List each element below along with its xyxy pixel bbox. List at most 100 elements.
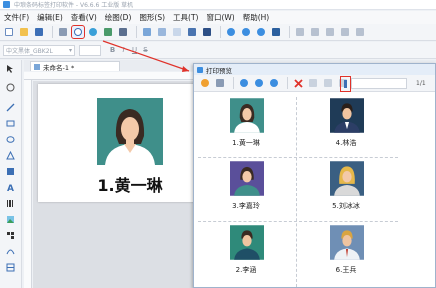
print-icon[interactable] [57, 26, 69, 38]
preview-card: 6.王兵 [306, 225, 386, 281]
preview-toolbar: 1/1 [194, 75, 435, 92]
menu-draw[interactable]: 绘图(D) [105, 12, 132, 23]
zoom-fit-icon[interactable] [255, 26, 267, 38]
fill-tool-icon[interactable] [5, 166, 16, 177]
print-preview-window: 打印预览 1/1 1.黄一琳 4.林浩 3.李嘉玲 5.刘冰冰 2.李涵 6.王… [193, 63, 436, 288]
preview-page: 1.黄一琳 4.林浩 3.李嘉玲 5.刘冰冰 2.李涵 6.王兵 [194, 93, 435, 287]
person-photo [230, 98, 264, 133]
polygon-tool-icon[interactable] [5, 150, 16, 161]
qrcode-icon[interactable] [201, 26, 213, 38]
print-preview-icon[interactable] [71, 25, 85, 39]
menu-edit[interactable]: 编辑(E) [37, 12, 63, 23]
italic-button[interactable]: I [118, 46, 129, 54]
page-cursor-icon[interactable] [340, 76, 351, 92]
prev-page-icon[interactable] [322, 77, 334, 89]
curve-tool-icon[interactable] [5, 246, 16, 257]
label-photo[interactable] [97, 98, 163, 165]
window-title: 中琅条码标签打印软件 - V6.6.6 工业版 草机 [14, 2, 134, 9]
text-tool-icon[interactable]: A [5, 182, 16, 193]
table-tool-icon[interactable] [5, 262, 16, 273]
preview-zoom-fit-icon[interactable] [268, 77, 280, 89]
preview-zoom-out-icon[interactable] [253, 77, 265, 89]
label-name-text[interactable]: 1.黄一琳 [70, 172, 190, 196]
pan-icon[interactable] [5, 82, 16, 93]
menu-shape[interactable]: 图形(S) [139, 12, 165, 23]
preview-app-icon [197, 66, 203, 73]
save-icon[interactable] [33, 26, 45, 38]
tool-palette: A [0, 60, 22, 288]
group-icon[interactable] [339, 26, 351, 38]
menu-view[interactable]: 查看(V) [71, 12, 97, 23]
layer-icon[interactable] [354, 26, 366, 38]
settings-icon[interactable] [102, 26, 114, 38]
grid-icon[interactable] [117, 26, 129, 38]
barcode-tool-icon[interactable] [5, 198, 16, 209]
document-icon [34, 63, 40, 70]
preview-print-icon[interactable] [214, 77, 226, 89]
rectangle-tool-icon[interactable] [5, 118, 16, 129]
barcode-icon[interactable] [186, 26, 198, 38]
card-name: 2.李涵 [235, 266, 257, 274]
grid-divider [198, 157, 398, 158]
first-page-icon[interactable] [307, 77, 319, 89]
svg-text:A: A [7, 184, 14, 192]
main-toolbar [0, 24, 436, 41]
grid-divider [296, 97, 297, 287]
chevron-down-icon: ▾ [68, 46, 72, 54]
preview-title: 打印预览 [206, 66, 232, 75]
qrcode-tool-icon[interactable] [5, 230, 16, 241]
menu-help[interactable]: 帮助(H) [243, 12, 270, 23]
person-photo [230, 225, 264, 260]
menu-tools[interactable]: 工具(T) [173, 12, 198, 23]
pointer-icon[interactable] [5, 63, 16, 74]
person-photo [330, 225, 364, 260]
underline-button[interactable]: U [129, 46, 140, 54]
font-family-value: 中文黑体_GBK2L [6, 47, 53, 55]
preview-settings-icon[interactable] [199, 77, 211, 89]
menu-bar: 文件(F) 编辑(E) 查看(V) 绘图(D) 图形(S) 工具(T) 窗口(W… [0, 11, 436, 24]
toolbar-divider [287, 77, 288, 89]
text-icon[interactable] [156, 26, 168, 38]
preview-title-bar: 打印预览 [194, 64, 435, 75]
preview-card: 5.刘冰冰 [306, 161, 386, 217]
menu-window[interactable]: 窗口(W) [206, 12, 234, 23]
image-tool-icon[interactable] [5, 214, 16, 225]
title-bar: 中琅条码标签打印软件 - V6.6.6 工业版 草机 [0, 0, 436, 10]
distribute-icon[interactable] [309, 26, 321, 38]
preview-card: 4.林浩 [306, 98, 386, 154]
bold-button[interactable]: B [107, 46, 118, 54]
toolbar-divider [233, 77, 234, 89]
align-icon[interactable] [294, 26, 306, 38]
card-name: 6.王兵 [335, 266, 357, 274]
preview-close-icon[interactable] [292, 77, 304, 89]
doc-icon[interactable] [141, 26, 153, 38]
font-size-select[interactable] [79, 44, 101, 56]
app-logo-icon [3, 1, 10, 8]
person-photo [330, 161, 364, 196]
page-number-input[interactable] [351, 78, 407, 89]
font-family-select[interactable]: 中文黑体_GBK2L ▾ [3, 44, 75, 56]
grid-divider [198, 221, 398, 222]
zoom-out-icon[interactable] [240, 26, 252, 38]
open-icon[interactable] [18, 26, 30, 38]
card-name: 3.李嘉玲 [232, 202, 260, 210]
format-toolbar: 中文黑体_GBK2L ▾ B I U S [0, 42, 436, 59]
database-icon[interactable] [87, 26, 99, 38]
menu-file[interactable]: 文件(F) [4, 12, 29, 23]
new-icon[interactable] [3, 26, 15, 38]
lock-icon[interactable] [324, 26, 336, 38]
preview-zoom-in-icon[interactable] [238, 77, 250, 89]
person-photo [230, 161, 264, 196]
fullscreen-icon[interactable] [270, 26, 282, 38]
page-count: 1/1 [416, 80, 426, 87]
card-name: 4.林浩 [335, 139, 357, 147]
preview-card: 1.黄一琳 [206, 98, 286, 154]
strikethrough-button[interactable]: S [140, 46, 151, 54]
document-tab[interactable]: 未命名-1 * [30, 61, 120, 72]
card-name: 5.刘冰冰 [332, 202, 360, 210]
zoom-in-icon[interactable] [225, 26, 237, 38]
line-tool-icon[interactable] [5, 102, 16, 113]
toolbar-divider [52, 26, 53, 38]
image-icon[interactable] [171, 26, 183, 38]
ellipse-tool-icon[interactable] [5, 134, 16, 145]
